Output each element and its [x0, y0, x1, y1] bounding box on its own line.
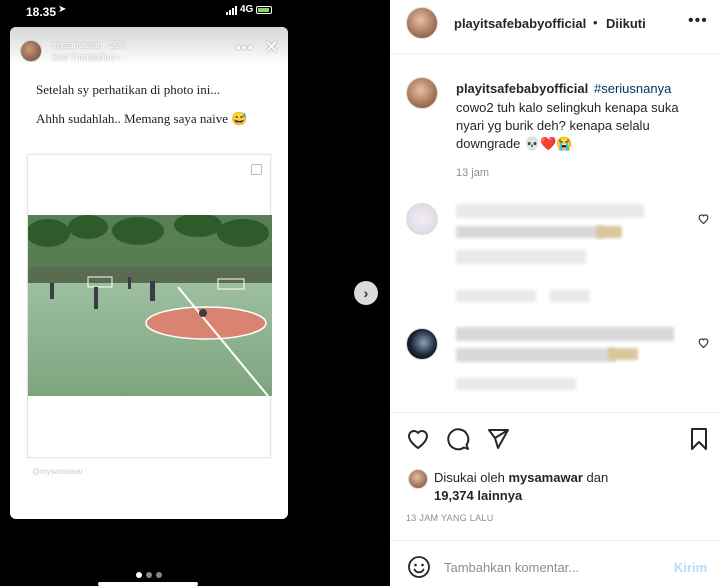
author-username[interactable]: playitsafebabyofficial: [454, 16, 586, 31]
blurred-comment-meta: [456, 290, 536, 302]
futsal-court-photo: [28, 215, 272, 396]
post-header: playitsafebabyofficial • Diikuti •••: [390, 0, 720, 54]
story-frame: mysamawar 20h See Translation › ••• ✕ Se…: [10, 27, 288, 519]
close-icon[interactable]: ✕: [264, 37, 279, 58]
likes-count[interactable]: 19,374 lainnya: [434, 488, 522, 503]
caption-hashtag[interactable]: #seriusnanya: [594, 81, 671, 96]
story-text-line-2: Ahhh sudahlah.. Memang saya naive 😅: [36, 111, 248, 126]
story-time: 20h: [110, 40, 126, 50]
commenter-avatar[interactable]: [406, 203, 438, 235]
bookmark-icon[interactable]: [687, 427, 711, 451]
following-button[interactable]: Diikuti: [606, 16, 646, 31]
caption-text: cowo2 tuh kalo selingkuh kenapa suka nya…: [456, 100, 679, 151]
translate-label: See Translation: [52, 52, 115, 62]
location-arrow-icon: ➤: [58, 4, 67, 15]
blurred-comment-meta: [550, 290, 590, 302]
signal-icon: [226, 5, 237, 15]
author-avatar[interactable]: [406, 7, 438, 39]
status-time: 18.35: [26, 5, 57, 19]
emoji-icon[interactable]: [407, 555, 431, 579]
blurred-comment-meta: [456, 378, 576, 390]
liker-avatar[interactable]: [408, 469, 428, 489]
blurred-comment-text: [596, 226, 622, 238]
battery-icon: [256, 5, 273, 14]
blurred-comment-text: [456, 327, 674, 341]
home-indicator: [98, 582, 198, 586]
blurred-comment-text: [456, 226, 606, 238]
liked-by-line: Disukai oleh mysamawar dan: [434, 470, 608, 485]
see-translation-link[interactable]: See Translation ›: [52, 52, 120, 62]
commenter-avatar[interactable]: [406, 328, 438, 360]
divider: [390, 412, 720, 413]
blurred-comment-text: [608, 348, 638, 360]
status-indicators: 4G: [226, 4, 273, 15]
caption-time: 13 jam: [456, 167, 490, 179]
caption-username[interactable]: playitsafebabyofficial: [456, 81, 588, 96]
story-watermark: @mysamawar: [32, 467, 84, 476]
story-avatar[interactable]: [20, 40, 42, 62]
divider: [390, 540, 720, 541]
comment-icon[interactable]: [446, 427, 470, 451]
carousel-dots: [136, 572, 162, 578]
send-icon[interactable]: [486, 427, 510, 451]
post-timestamp[interactable]: 13 JAM YANG LALU: [406, 513, 494, 523]
header-separator: •: [593, 15, 598, 30]
story-username[interactable]: mysamawar: [52, 40, 101, 50]
multiple-photos-icon: [251, 164, 262, 175]
comment-like-icon[interactable]: [697, 336, 710, 349]
blurred-comment-text: [456, 348, 616, 362]
more-icon[interactable]: •••: [688, 12, 708, 30]
story-viewer: 18.35 ➤ 4G mysamawar 20h See Translation…: [0, 0, 390, 586]
story-more-icon[interactable]: •••: [236, 39, 254, 55]
chevron-right-icon[interactable]: ›: [354, 281, 378, 305]
phone-status-bar: 18.35 ➤ 4G: [0, 0, 300, 24]
shared-post-card[interactable]: [27, 154, 272, 458]
network-label: 4G: [240, 4, 254, 15]
post-panel: playitsafebabyofficial • Diikuti ••• pla…: [390, 0, 720, 586]
comment-like-icon[interactable]: [697, 212, 710, 225]
liked-by-suffix: dan: [582, 470, 609, 485]
caption-avatar[interactable]: [406, 77, 438, 109]
send-comment-button[interactable]: Kirim: [674, 560, 707, 575]
liked-by-prefix: Disukai oleh: [434, 470, 509, 485]
blurred-comment-text: [456, 250, 586, 264]
heart-icon[interactable]: [406, 427, 430, 451]
blurred-comment-text: [456, 204, 644, 218]
liked-by-username[interactable]: mysamawar: [508, 470, 582, 485]
story-text-line-1: Setelah sy perhatikan di photo ini...: [36, 82, 221, 97]
comment-input[interactable]: [444, 560, 644, 575]
